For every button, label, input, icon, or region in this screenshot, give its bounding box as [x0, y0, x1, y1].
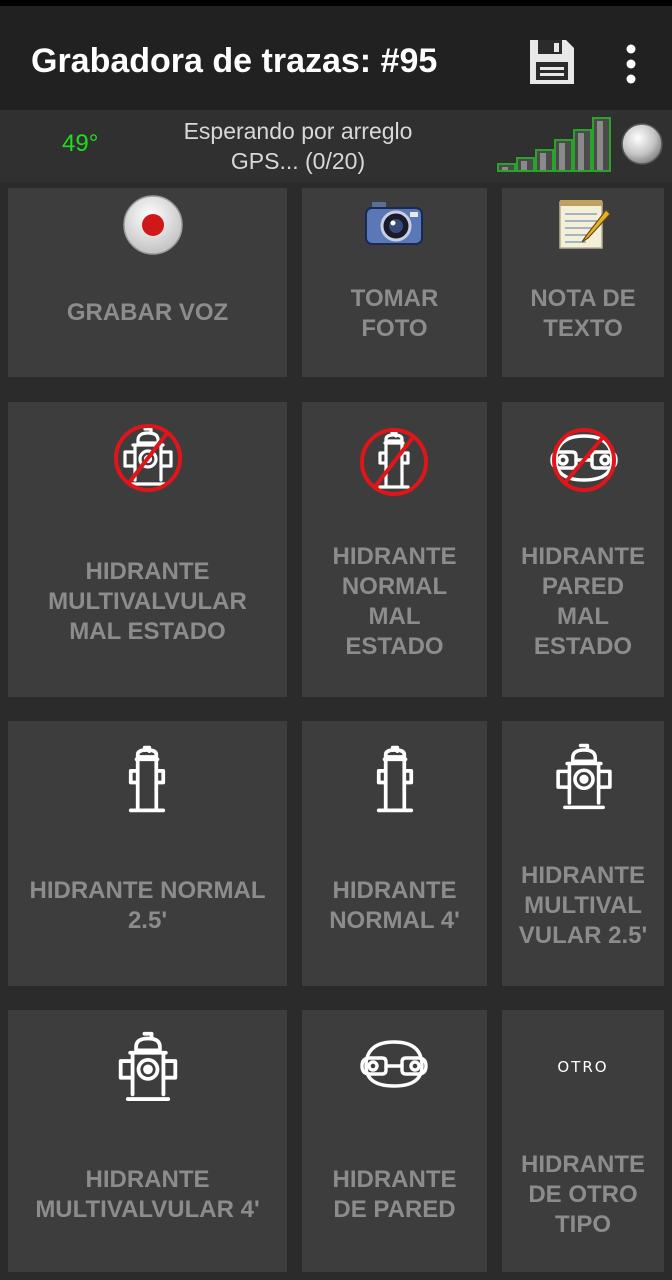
wall-hydrant-crossed-icon	[550, 428, 618, 492]
normal-bad-button[interactable]: HIDRANTE NORMAL MAL ESTADO	[302, 402, 487, 697]
multivalve-bad-label: HIDRANTE MULTIVALVULAR MAL ESTADO	[48, 558, 247, 645]
normal-hydrant-icon	[128, 745, 166, 813]
heading-readout: 49°	[62, 130, 99, 157]
wall-hydrant-button[interactable]: HIDRANTE DE PARED	[302, 1010, 487, 1272]
normal-bad-label: HIDRANTE NORMAL MAL ESTADO	[332, 543, 457, 660]
take-photo-button[interactable]: TOMAR FOTO	[302, 188, 487, 377]
other-hydrant-button[interactable]: OTRO HIDRANTE DE OTRO TIPO	[502, 1010, 664, 1272]
more-vert-icon[interactable]	[612, 40, 650, 88]
save-icon[interactable]	[526, 36, 578, 88]
multivalve-4-button[interactable]: HIDRANTE MULTIVALVULAR 4'	[8, 1010, 287, 1272]
normal-4-label: HIDRANTE NORMAL 4'	[329, 877, 460, 934]
multivalve-hydrant-icon	[556, 743, 612, 810]
normal-hydrant-icon	[376, 745, 414, 813]
gps-status-text: Esperando por arreglo GPS... (0/20)	[183, 118, 413, 174]
multivalve-4-label: HIDRANTE MULTIVALVULAR 4'	[35, 1166, 260, 1223]
text-note-label: NOTA DE TEXTO	[530, 285, 636, 342]
multivalve-25-button[interactable]: HIDRANTE MULTIVAL VULAR 2.5'	[502, 721, 664, 986]
app-bar: Grabadora de trazas: #95	[0, 6, 672, 110]
otro-icon: OTRO	[557, 1058, 609, 1076]
record-icon	[123, 195, 183, 255]
app-title: Grabadora de trazas: #95	[31, 42, 438, 80]
text-note-button[interactable]: NOTA DE TEXTO	[502, 188, 664, 377]
wall-bad-button[interactable]: HIDRANTE PARED MAL ESTADO	[502, 402, 664, 697]
take-photo-label: TOMAR FOTO	[350, 285, 439, 342]
wall-hydrant-icon	[360, 1040, 428, 1088]
wall-hydrant-label: HIDRANTE DE PARED	[332, 1166, 457, 1223]
normal-hydrant-crossed-icon	[360, 428, 428, 496]
normal-4-button[interactable]: HIDRANTE NORMAL 4'	[302, 721, 487, 986]
record-voice-button[interactable]: GRABAR VOZ	[8, 188, 287, 377]
gps-status-led-icon	[621, 123, 663, 165]
wall-bad-label: HIDRANTE PARED MAL ESTADO	[521, 543, 645, 660]
multivalve-hydrant-crossed-icon	[114, 424, 182, 492]
normal-25-label: HIDRANTE NORMAL 2.5'	[29, 877, 266, 934]
normal-25-button[interactable]: HIDRANTE NORMAL 2.5'	[8, 721, 287, 986]
gps-status-bar: 49° Esperando por arreglo GPS... (0/20)	[0, 110, 672, 182]
notepad-icon	[559, 200, 611, 249]
record-voice-label: GRABAR VOZ	[66, 299, 229, 326]
multivalve-hydrant-icon	[118, 1031, 178, 1101]
other-hydrant-label: HIDRANTE DE OTRO TIPO	[521, 1151, 645, 1238]
multivalve-25-label: HIDRANTE MULTIVAL VULAR 2.5'	[518, 862, 648, 949]
signal-strength-icon	[497, 117, 611, 172]
camera-icon	[365, 202, 423, 245]
multivalve-bad-button[interactable]: HIDRANTE MULTIVALVULAR MAL ESTADO	[8, 402, 287, 697]
